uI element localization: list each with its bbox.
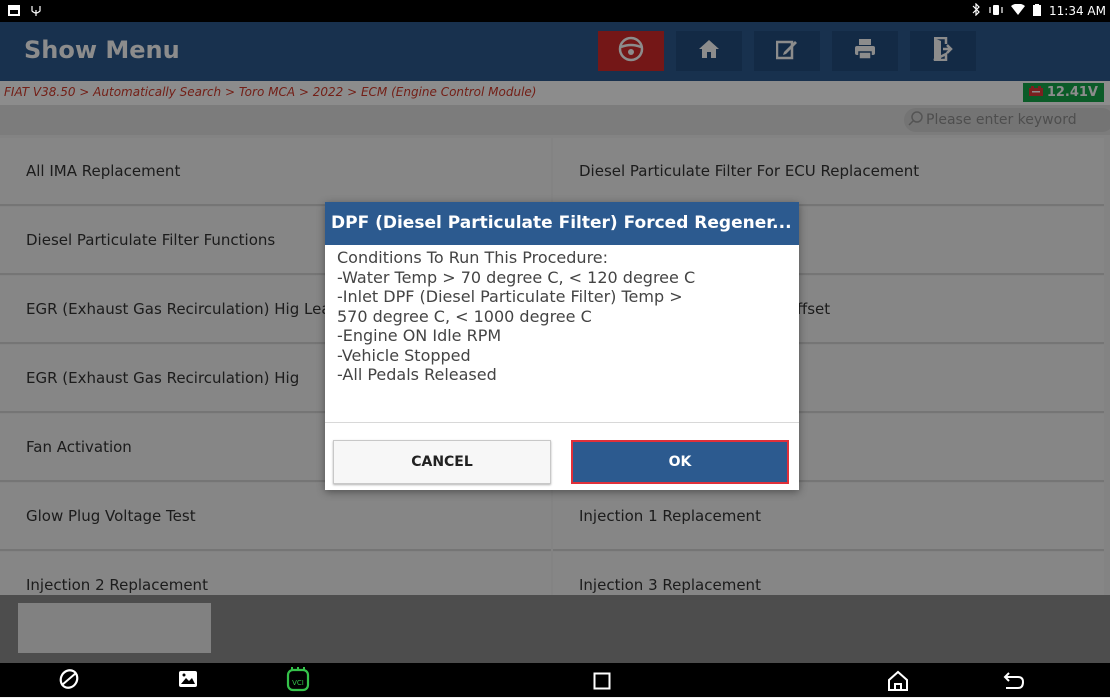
vibrate-icon bbox=[989, 4, 1003, 19]
battery-icon bbox=[1033, 3, 1042, 19]
dialog-message: Conditions To Run This Procedure: -Water… bbox=[337, 248, 777, 385]
vci-icon[interactable]: VCI bbox=[284, 666, 312, 698]
dialog-line: -Engine ON Idle RPM bbox=[337, 326, 502, 345]
dialog-line: -Water Temp > 70 degree C, < 120 degree … bbox=[337, 267, 696, 287]
bluetooth-icon bbox=[971, 2, 981, 19]
clock: 11:34 AM bbox=[1049, 4, 1106, 18]
browser-icon[interactable] bbox=[58, 668, 80, 694]
notification-icon bbox=[8, 4, 20, 19]
back-icon[interactable] bbox=[1003, 671, 1025, 695]
navigation-bar: VCI bbox=[0, 663, 1110, 697]
dialog-line: -All Pedals Released bbox=[337, 365, 497, 384]
vci-label: VCI bbox=[292, 679, 304, 687]
dialog-line: -Vehicle Stopped bbox=[337, 345, 471, 365]
gallery-icon[interactable] bbox=[178, 670, 198, 692]
wifi-icon bbox=[1011, 3, 1026, 19]
cancel-button[interactable]: CANCEL bbox=[333, 440, 551, 484]
dialog-divider bbox=[325, 422, 799, 423]
recent-apps-icon[interactable] bbox=[593, 672, 611, 694]
usb-icon bbox=[30, 4, 42, 19]
dialog-line: Conditions To Run This Procedure: bbox=[337, 248, 609, 267]
dpf-regeneration-dialog: DPF (Diesel Particulate Filter) Forced R… bbox=[325, 202, 799, 490]
status-bar: 11:34 AM bbox=[0, 0, 1110, 22]
dialog-line: -Inlet DPF (Diesel Particulate Filter) T… bbox=[337, 287, 683, 306]
dialog-line: 570 degree C, < 1000 degree C bbox=[337, 306, 592, 326]
ok-button[interactable]: OK bbox=[571, 440, 789, 484]
dialog-title: DPF (Diesel Particulate Filter) Forced R… bbox=[325, 202, 799, 245]
home-nav-icon[interactable] bbox=[887, 670, 909, 696]
